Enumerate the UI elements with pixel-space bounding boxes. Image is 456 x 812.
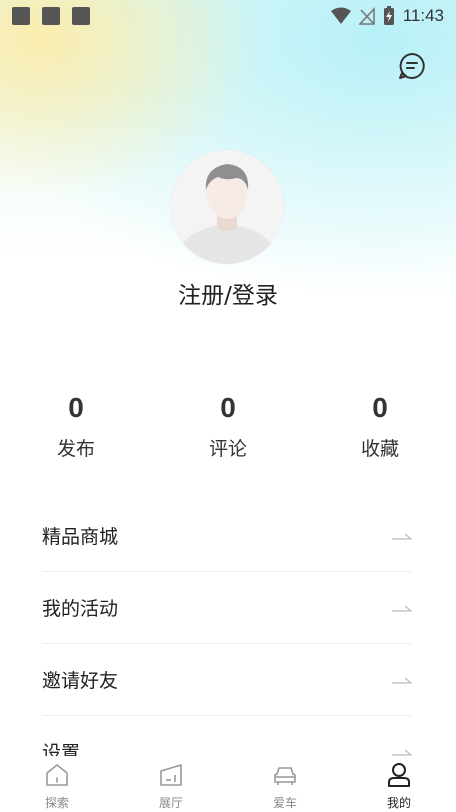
message-button[interactable] [398, 52, 426, 80]
menu-list: 精品商城 我的活动 邀请好友 设置 [42, 500, 412, 762]
home-icon [46, 764, 68, 786]
battery-charging-icon [383, 6, 394, 25]
menu-item-mall[interactable]: 精品商城 [42, 500, 412, 572]
showroom-icon [160, 764, 182, 786]
tab-label: 我的 [386, 796, 411, 810]
status-notifications [12, 7, 90, 25]
stat-favorites-label: 收藏 [360, 438, 399, 460]
menu-item-invite[interactable]: 邀请好友 [42, 644, 412, 716]
stat-posts[interactable]: 0 发布 [16, 392, 136, 461]
menu-item-label: 我的活动 [42, 598, 119, 620]
stat-comments[interactable]: 0 评论 [168, 392, 288, 461]
tab-showroom[interactable]: 展厅 [114, 756, 228, 812]
login-register-button[interactable]: 注册/登录 [0, 276, 456, 310]
menu-item-label: 精品商城 [42, 526, 119, 548]
notification-square-icon [12, 7, 30, 25]
tab-my-car[interactable]: 爱车 [228, 756, 342, 812]
avatar-placeholder-icon [170, 150, 284, 264]
menu-item-label: 邀请好友 [42, 670, 119, 692]
arrow-right-icon [392, 533, 412, 540]
status-bar: 11:43 [0, 0, 456, 32]
arrow-right-icon [392, 749, 412, 756]
arrow-right-icon [392, 677, 412, 684]
menu-item-activities[interactable]: 我的活动 [42, 572, 412, 644]
stat-favorites[interactable]: 0 收藏 [320, 392, 440, 461]
tab-explore[interactable]: 探索 [0, 756, 114, 812]
stat-comments-count: 0 [220, 392, 236, 423]
car-icon [274, 767, 296, 785]
tab-mine[interactable]: 我的 [342, 756, 456, 812]
avatar[interactable] [170, 150, 284, 264]
profile-icon [388, 763, 410, 787]
stat-posts-label: 发布 [56, 438, 95, 460]
arrow-right-icon [392, 605, 412, 612]
bottom-tab-bar: 探索 展厅 爱车 我的 [0, 756, 456, 812]
tab-label: 展厅 [158, 796, 183, 810]
stat-posts-count: 0 [68, 392, 84, 423]
stat-favorites-count: 0 [372, 392, 388, 423]
status-system: 11:43 [330, 6, 444, 26]
wifi-icon [330, 7, 351, 24]
tab-label: 爱车 [272, 796, 297, 810]
notification-square-icon [72, 7, 90, 25]
tab-label: 探索 [44, 796, 69, 810]
status-time: 11:43 [402, 6, 444, 25]
notification-square-icon [42, 7, 60, 25]
stat-comments-label: 评论 [208, 438, 247, 460]
message-icon [399, 53, 425, 79]
stats-row: 0 发布 0 评论 0 收藏 [0, 392, 456, 472]
no-signal-icon [358, 7, 375, 25]
